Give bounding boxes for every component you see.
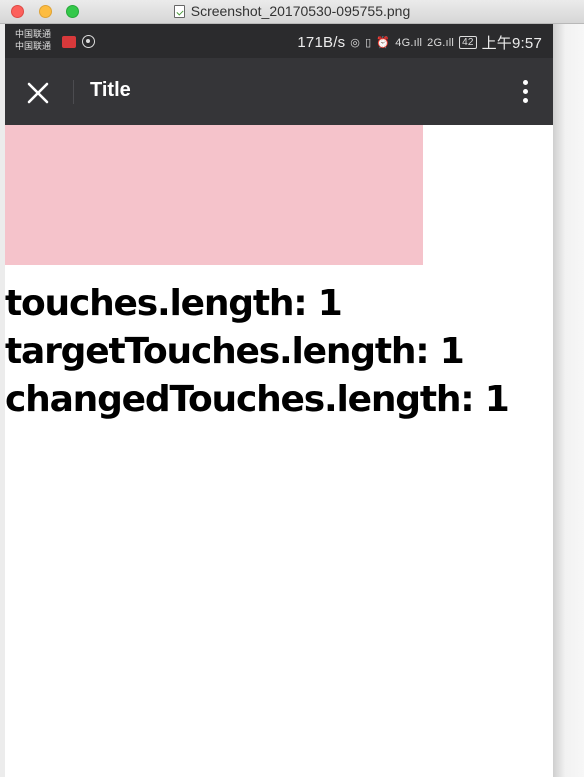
signal-icon-2: 2G.ıll	[427, 36, 455, 49]
page-title: Title	[90, 79, 131, 101]
changed-touches-length-text: changedTouches.length: 1	[5, 379, 510, 420]
window-title-text: Screenshot_20170530-095755.png	[190, 3, 411, 19]
window-titlebar: Screenshot_20170530-095755.png	[0, 0, 584, 24]
notification-app-icon	[62, 36, 76, 48]
touch-readouts: touches.length: 1 targetTouches.length: …	[5, 280, 510, 424]
close-icon	[27, 82, 49, 104]
battery-icon: 42	[459, 36, 477, 49]
alarm-icon: ⏰	[376, 37, 391, 49]
status-time: 上午9:57	[481, 35, 542, 52]
touches-length-text: touches.length: 1	[5, 283, 343, 324]
phone-screen: 中国联通 中国联通 171B/s ◎ ▯ ⏰ 4G.ıll 2G.ıll 42 …	[5, 24, 553, 777]
window-background	[553, 24, 584, 777]
hotspot-status-icon: ◎	[350, 37, 361, 49]
signal-icon-1: 4G.ıll	[395, 36, 423, 49]
status-bar: 中国联通 中国联通 171B/s ◎ ▯ ⏰ 4G.ıll 2G.ıll 42 …	[5, 24, 553, 58]
more-vertical-icon	[523, 80, 528, 85]
close-button[interactable]	[23, 78, 53, 108]
carrier-info: 中国联通 中国联通	[15, 28, 51, 52]
touch-target-area[interactable]	[5, 125, 423, 265]
app-bar-divider	[73, 80, 74, 104]
window-title: Screenshot_20170530-095755.png	[0, 3, 584, 19]
status-indicators: 171B/s ◎ ▯ ⏰ 4G.ıll 2G.ıll 42 上午9:57	[297, 32, 542, 53]
carrier-2: 中国联通	[15, 41, 52, 51]
net-speed: 171B/s	[297, 34, 346, 51]
vibrate-icon: ▯	[365, 37, 372, 49]
target-touches-length-text: targetTouches.length: 1	[5, 331, 465, 372]
hotspot-icon	[82, 35, 95, 48]
more-options-button[interactable]	[517, 78, 533, 106]
app-bar: Title	[5, 58, 553, 125]
image-file-icon	[173, 5, 185, 18]
carrier-1: 中国联通	[15, 29, 52, 39]
